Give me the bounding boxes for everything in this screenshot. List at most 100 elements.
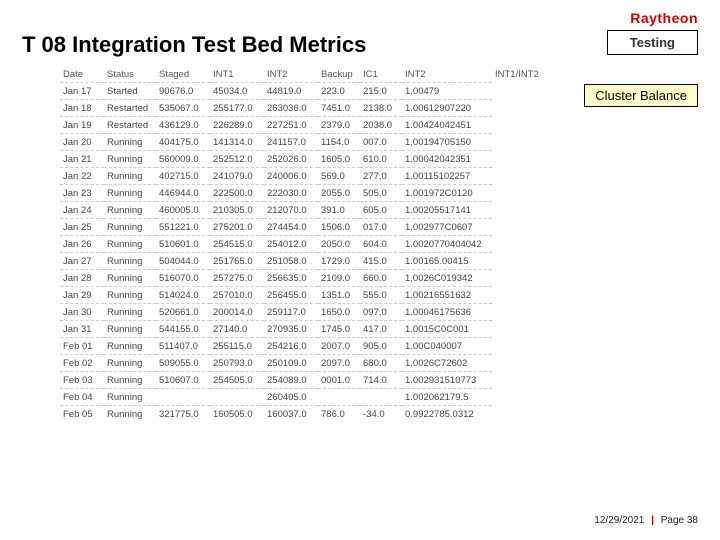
table-cell: 1.00612907220 [402, 100, 492, 117]
table-cell: 251058.0 [264, 253, 318, 270]
footer-separator: | [647, 515, 658, 526]
table-cell: 504044.0 [156, 253, 210, 270]
table-cell: Running [104, 406, 156, 423]
table-cell: 0001.0 [318, 372, 360, 389]
table-cell: Jan 25 [60, 219, 104, 236]
table-row: Feb 03Running510607.0254505.0254089.0000… [60, 372, 660, 389]
table-cell: 257010.0 [210, 287, 264, 304]
table-cell: Running [104, 151, 156, 168]
table-cell: 1.0026C019342 [402, 270, 492, 287]
table-cell: Running [104, 355, 156, 372]
table-cell: 90676.0 [156, 83, 210, 100]
table-cell: 256635.0 [264, 270, 318, 287]
table-cell: 509055.0 [156, 355, 210, 372]
table-cell: 160037.0 [264, 406, 318, 423]
table-cell: 520661.0 [156, 304, 210, 321]
table-cell: 210305.0 [210, 202, 264, 219]
table-cell: 1506.0 [318, 219, 360, 236]
table-cell: 415.0 [360, 253, 402, 270]
table-cell: 560009.0 [156, 151, 210, 168]
table-cell [210, 389, 264, 406]
table-cell: 252026.0 [264, 151, 318, 168]
table-cell: 251765.0 [210, 253, 264, 270]
table-cell [156, 389, 210, 406]
table-cell: 514024.0 [156, 287, 210, 304]
table-cell: Running [104, 168, 156, 185]
footer: 12/29/2021 | Page 38 [594, 515, 698, 526]
table-cell: Running [104, 287, 156, 304]
table-cell: 263036.0 [264, 100, 318, 117]
table-cell: 1.0020770404042 [402, 236, 492, 253]
table-cell: 254515.0 [210, 236, 264, 253]
table-cell: 535067.0 [156, 100, 210, 117]
table-cell: 511407.0 [156, 338, 210, 355]
table-cell: 0.9922785.0312 [402, 406, 492, 423]
table-cell: 1.00424042451 [402, 117, 492, 134]
table-cell: 250109.0 [264, 355, 318, 372]
table-cell: 605.0 [360, 202, 402, 219]
table-cell: 1.00046175636 [402, 304, 492, 321]
table-cell: 905.0 [360, 338, 402, 355]
table-cell: 1.00216551632 [402, 287, 492, 304]
table-cell: 200014.0 [210, 304, 264, 321]
table-row: Jan 25Running551221.0275201.0274454.0150… [60, 219, 660, 236]
table-cell: Running [104, 304, 156, 321]
col-header: INT2 [264, 66, 318, 83]
table-cell: Jan 21 [60, 151, 104, 168]
table-cell: Running [104, 253, 156, 270]
table-cell: Jan 31 [60, 321, 104, 338]
table-cell: Jan 24 [60, 202, 104, 219]
table-cell: Jan 28 [60, 270, 104, 287]
table-cell: 227251.0 [264, 117, 318, 134]
table-row: Feb 05Running321775.0160505.0160037.0786… [60, 406, 660, 423]
table-cell: 555.0 [360, 287, 402, 304]
table-cell: Feb 02 [60, 355, 104, 372]
col-header: Date [60, 66, 104, 83]
table-cell: 222030.0 [264, 185, 318, 202]
table-cell: 7451.0 [318, 100, 360, 117]
col-header: IC1 [360, 66, 402, 83]
table-cell: 27140.0 [210, 321, 264, 338]
table-row: Jan 28Running516070.0257275.0256635.0210… [60, 270, 660, 287]
table-row: Jan 26Running510601.0254515.0254012.0205… [60, 236, 660, 253]
table-cell: 223.0 [318, 83, 360, 100]
table-cell: 1.002977C0607 [402, 219, 492, 236]
table-cell: 226289.0 [210, 117, 264, 134]
table-cell: 277.0 [360, 168, 402, 185]
table-cell: 786.0 [318, 406, 360, 423]
table-cell: 250793.0 [210, 355, 264, 372]
table-cell: 1.00479 [402, 83, 492, 100]
table-row: Feb 02Running509055.0250793.0250109.0209… [60, 355, 660, 372]
table-cell: Jan 22 [60, 168, 104, 185]
col-header: Status [104, 66, 156, 83]
table-cell: 1729.0 [318, 253, 360, 270]
table-cell: 259117.0 [264, 304, 318, 321]
table-row: Jan 29Running514024.0257010.0256455.0135… [60, 287, 660, 304]
table-cell: 45034.0 [210, 83, 264, 100]
col-header: Backup [318, 66, 360, 83]
table-cell: 391.0 [318, 202, 360, 219]
table-cell: 1.0026C72602 [402, 355, 492, 372]
table-cell: 510601.0 [156, 236, 210, 253]
table-cell: 254089.0 [264, 372, 318, 389]
table-cell: 551221.0 [156, 219, 210, 236]
table-row: Jan 17Started90676.045034.044819.0223.02… [60, 83, 660, 100]
table-cell: 1.00205517141 [402, 202, 492, 219]
footer-date: 12/29/2021 [594, 515, 644, 526]
table-cell: 2109.0 [318, 270, 360, 287]
table-cell [360, 389, 402, 406]
table-cell: Running [104, 185, 156, 202]
table-cell: 510607.0 [156, 372, 210, 389]
table-cell: Jan 29 [60, 287, 104, 304]
table-cell: Jan 17 [60, 83, 104, 100]
brand-logo: Raytheon [630, 10, 698, 26]
col-header: Staged [156, 66, 210, 83]
col-header: INT1 [210, 66, 264, 83]
table-cell: 2038.0 [360, 117, 402, 134]
table-cell: 1154.0 [318, 134, 360, 151]
table-row: Jan 20Running404175.0141314.0241157.0115… [60, 134, 660, 151]
table-cell: 2379.0 [318, 117, 360, 134]
table-cell: Running [104, 389, 156, 406]
table-cell: 604.0 [360, 236, 402, 253]
table-row: Jan 18Restarted535067.0255177.0263036.07… [60, 100, 660, 117]
